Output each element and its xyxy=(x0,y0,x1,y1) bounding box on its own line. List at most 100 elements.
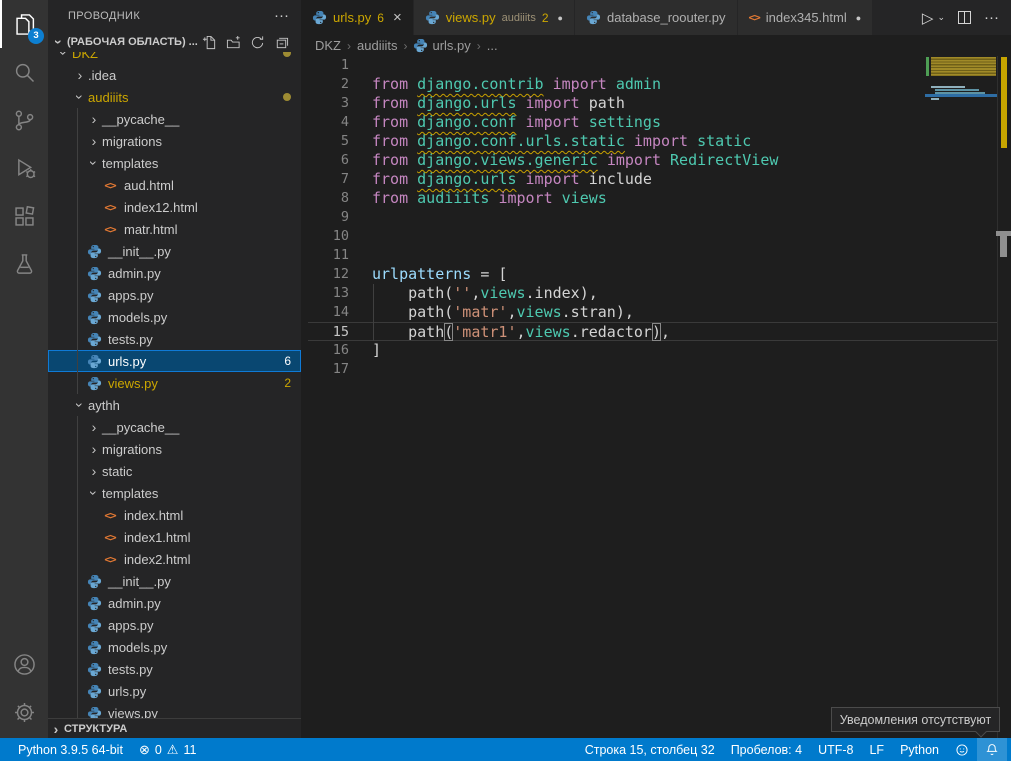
status-label: Строка 15, столбец 32 xyxy=(585,743,715,757)
code-line-5[interactable]: 5from django.conf.urls.static import sta… xyxy=(308,132,997,151)
activity-item-testing[interactable] xyxy=(0,240,48,288)
tree-item-aud-html[interactable]: <>aud.html xyxy=(48,174,301,196)
tree-item-migrations[interactable]: ›migrations xyxy=(48,438,301,460)
tab-database-roouter-py[interactable]: database_roouter.py xyxy=(575,0,738,35)
breadcrumb-item-label: ... xyxy=(487,38,498,53)
scrollbar[interactable] xyxy=(997,56,1011,738)
workspace-section-header[interactable]: › (РАБОЧАЯ ОБЛАСТЬ) ... xyxy=(48,32,301,52)
status-feedback[interactable] xyxy=(947,738,977,761)
split-editor-icon[interactable] xyxy=(958,11,971,24)
tree-item-audiiits[interactable]: ›audiiits xyxy=(48,86,301,108)
outline-section-header[interactable]: › СТРУКТУРА xyxy=(48,718,301,738)
code-line-12[interactable]: 12urlpatterns = [ xyxy=(308,265,997,284)
new-file-icon[interactable] xyxy=(202,35,217,50)
code-line-11[interactable]: 11 xyxy=(308,246,997,265)
activity-item-account[interactable] xyxy=(0,640,48,688)
activity-item-run-debug[interactable] xyxy=(0,144,48,192)
run-button[interactable]: ▷ xyxy=(922,9,934,27)
tree-item-templates[interactable]: ›templates xyxy=(48,482,301,504)
tree-item--idea[interactable]: ›.idea xyxy=(48,64,301,86)
tree-item--pycache-[interactable]: ›__pycache__ xyxy=(48,416,301,438)
activity-item-settings[interactable] xyxy=(0,688,48,736)
tab-views-py[interactable]: views.pyaudiiits2● xyxy=(414,0,575,35)
code-line-3[interactable]: 3from django.urls import path xyxy=(308,94,997,113)
close-icon[interactable]: × xyxy=(393,9,402,26)
activity-item-search[interactable] xyxy=(0,48,48,96)
code-line-4[interactable]: 4from django.conf import settings xyxy=(308,113,997,132)
line-number: 3 xyxy=(308,94,349,113)
breadcrumb-item[interactable]: ... xyxy=(487,38,498,53)
modified-dot-icon[interactable]: ● xyxy=(856,13,861,23)
status-python-version[interactable]: Python 3.9.5 64-bit xyxy=(10,738,131,761)
status-notifications[interactable] xyxy=(977,738,1007,761)
tree-item-apps-py[interactable]: apps.py xyxy=(48,614,301,636)
code-line-1[interactable]: 1 xyxy=(308,56,997,75)
tree-item-admin-py[interactable]: admin.py xyxy=(48,262,301,284)
code-line-15[interactable]: 15 path('matr1',views.redactor), xyxy=(308,322,997,341)
tree-item-urls-py[interactable]: urls.py6 xyxy=(48,350,301,372)
code-line-8[interactable]: 8from audiiits import views xyxy=(308,189,997,208)
tab-index345-html[interactable]: <>index345.html● xyxy=(738,0,874,35)
tree-item-aythh[interactable]: ›aythh xyxy=(48,394,301,416)
tree-item-index2-html[interactable]: <>index2.html xyxy=(48,548,301,570)
tree-item-index1-html[interactable]: <>index1.html xyxy=(48,526,301,548)
beaker-icon xyxy=(11,251,38,278)
breadcrumb-item[interactable]: DKZ xyxy=(315,38,341,53)
tree-item-models-py[interactable]: models.py xyxy=(48,306,301,328)
tree-item-index-html[interactable]: <>index.html xyxy=(48,504,301,526)
code-line-10[interactable]: 10 xyxy=(308,227,997,246)
activity-item-extensions[interactable] xyxy=(0,192,48,240)
tree-item-views-py[interactable]: views.py2 xyxy=(48,372,301,394)
status-eol[interactable]: LF xyxy=(861,738,892,761)
editor-more-actions-icon[interactable]: ··· xyxy=(984,9,999,26)
code-line-9[interactable]: 9 xyxy=(308,208,997,227)
tree-item--pycache-[interactable]: ›__pycache__ xyxy=(48,108,301,130)
status-encoding[interactable]: UTF-8 xyxy=(810,738,861,761)
tree-item-views-py[interactable]: views.py xyxy=(48,702,301,718)
modified-dot-icon[interactable]: ● xyxy=(558,13,563,23)
tree-item-apps-py[interactable]: apps.py xyxy=(48,284,301,306)
code-line-13[interactable]: 13 path('',views.index), xyxy=(308,284,997,303)
tree-item-label: index2.html xyxy=(124,552,190,567)
tree-item-tests-py[interactable]: tests.py xyxy=(48,328,301,350)
collapse-all-icon[interactable] xyxy=(274,35,289,50)
tree-item-templates[interactable]: ›templates xyxy=(48,152,301,174)
tree-item-index12-html[interactable]: <>index12.html xyxy=(48,196,301,218)
tree-item--init-py[interactable]: __init__.py xyxy=(48,240,301,262)
tree-item-static[interactable]: ›static xyxy=(48,460,301,482)
minimap[interactable] xyxy=(925,56,997,716)
status-problems[interactable]: ⊗0⚠11 xyxy=(131,738,205,761)
tab-urls-py[interactable]: urls.py6× xyxy=(301,0,414,35)
code-line-2[interactable]: 2from django.contrib import admin xyxy=(308,75,997,94)
code-line-17[interactable]: 17 xyxy=(308,360,997,379)
run-dropdown-icon[interactable]: ⌄ xyxy=(937,12,945,23)
tree-item-urls-py[interactable]: urls.py xyxy=(48,680,301,702)
status-language[interactable]: Python xyxy=(892,738,947,761)
code-line-14[interactable]: 14 path('matr',views.stran), xyxy=(308,303,997,322)
tree-item-DKZ[interactable]: ›DKZ xyxy=(48,52,301,64)
tree-item-migrations[interactable]: ›migrations xyxy=(48,130,301,152)
status-indentation[interactable]: Пробелов: 4 xyxy=(723,738,810,761)
code-line-7[interactable]: 7from django.urls import include xyxy=(308,170,997,189)
tree-item-matr-html[interactable]: <>matr.html xyxy=(48,218,301,240)
tree-item-models-py[interactable]: models.py xyxy=(48,636,301,658)
breadcrumb-item[interactable]: urls.py xyxy=(413,38,470,53)
tab-label: database_roouter.py xyxy=(607,10,726,25)
tree-item-tests-py[interactable]: tests.py xyxy=(48,658,301,680)
activity-item-explorer[interactable]: 3 xyxy=(0,0,48,48)
tree-item-admin-py[interactable]: admin.py xyxy=(48,592,301,614)
tree-item-label: index12.html xyxy=(124,200,198,215)
chevron-right-icon: › xyxy=(72,68,88,82)
code-line-6[interactable]: 6from django.views.generic import Redire… xyxy=(308,151,997,170)
code-editor: 12from django.contrib import admin3from … xyxy=(308,56,997,379)
activity-item-source-control[interactable] xyxy=(0,96,48,144)
sidebar-more-actions-icon[interactable]: ··· xyxy=(274,11,289,21)
breadcrumb-item[interactable]: audiiits xyxy=(357,38,397,53)
refresh-icon[interactable] xyxy=(250,35,265,50)
code-line-16[interactable]: 16] xyxy=(308,341,997,360)
tree-item--init-py[interactable]: __init__.py xyxy=(48,570,301,592)
new-folder-icon[interactable] xyxy=(226,35,241,50)
status-cursor-position[interactable]: Строка 15, столбец 32 xyxy=(577,738,723,761)
line-number: 12 xyxy=(308,265,349,284)
minimap-gutter-marks xyxy=(926,57,929,76)
